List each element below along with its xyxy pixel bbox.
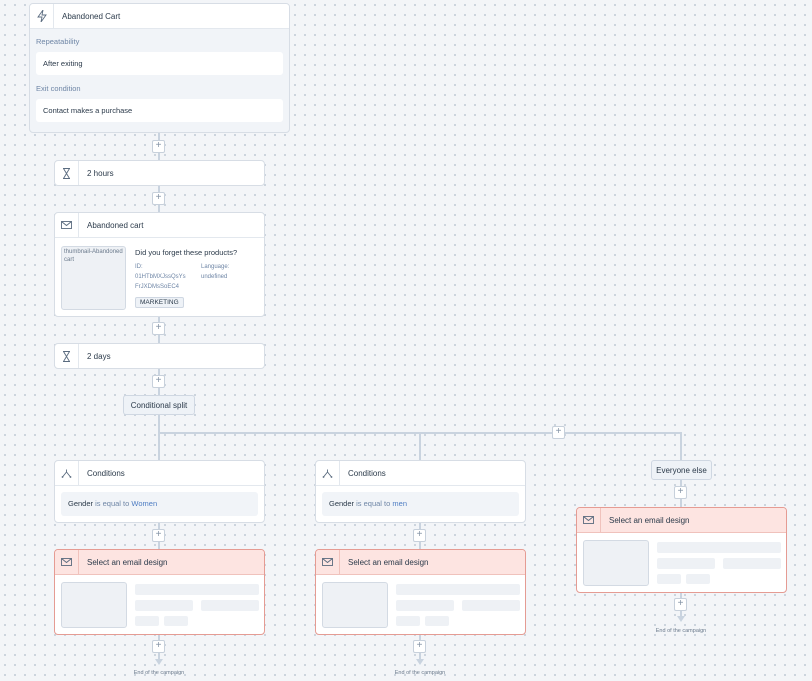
skeleton-line bbox=[135, 616, 159, 626]
envelope-icon bbox=[577, 508, 601, 532]
language-label: Language: bbox=[201, 264, 230, 270]
exit-condition-label: Exit condition bbox=[36, 84, 81, 93]
end-arrow bbox=[416, 659, 424, 665]
add-step-button[interactable]: + bbox=[152, 140, 165, 153]
skeleton-line bbox=[396, 584, 520, 595]
end-of-campaign-label: End of the campaign bbox=[394, 670, 446, 676]
design-thumbnail-placeholder bbox=[583, 540, 649, 586]
end-arrow bbox=[677, 616, 685, 622]
design-thumbnail-placeholder bbox=[61, 582, 127, 628]
hourglass-icon bbox=[55, 344, 79, 368]
email-thumbnail[interactable]: thumbnail-Abandoned cart bbox=[61, 246, 126, 310]
design-thumbnail-placeholder bbox=[322, 582, 388, 628]
email-design-card[interactable]: Select an email design bbox=[315, 549, 526, 635]
email-design-card[interactable]: Select an email design bbox=[576, 507, 787, 593]
delay-label: 2 days bbox=[87, 351, 111, 361]
thumbnail-alt-text: thumbnail-Abandoned cart bbox=[64, 249, 123, 263]
end-of-campaign-label: End of the campaign bbox=[655, 628, 707, 634]
skeleton-line bbox=[425, 616, 449, 626]
condition-field: Gender bbox=[68, 499, 94, 508]
email-header-label: Abandoned cart bbox=[87, 220, 144, 230]
envelope-icon bbox=[55, 213, 79, 237]
skeleton-line bbox=[396, 616, 420, 626]
connector-line bbox=[158, 414, 160, 460]
email-design-card[interactable]: Select an email design bbox=[54, 549, 265, 635]
skeleton-line bbox=[135, 584, 259, 595]
select-design-label: Select an email design bbox=[87, 557, 168, 567]
id-value: FrJXDMsSoEC4 bbox=[135, 284, 180, 290]
id-label: ID: bbox=[135, 264, 143, 270]
condition-rule[interactable]: Gender is equal to Women bbox=[61, 492, 258, 516]
connector-line bbox=[680, 432, 682, 460]
condition-operator: is equal to bbox=[356, 499, 391, 508]
conditions-card[interactable]: Conditions Gender is equal to men bbox=[315, 460, 526, 523]
everyone-else-node[interactable]: Everyone else bbox=[651, 460, 712, 480]
condition-rule[interactable]: Gender is equal to men bbox=[322, 492, 519, 516]
skeleton-line bbox=[723, 558, 781, 569]
add-step-button[interactable]: + bbox=[674, 486, 687, 499]
skeleton-line bbox=[201, 600, 259, 611]
split-icon bbox=[55, 461, 79, 485]
add-step-button[interactable]: + bbox=[674, 598, 687, 611]
skeleton-line bbox=[686, 574, 710, 584]
add-branch-button[interactable]: + bbox=[552, 426, 565, 439]
email-subject: Did you forget these products? bbox=[135, 248, 238, 257]
exit-condition-value[interactable]: Contact makes a purchase bbox=[36, 99, 283, 122]
skeleton-line bbox=[657, 574, 681, 584]
conditions-card[interactable]: Conditions Gender is equal to Women bbox=[54, 460, 265, 523]
trigger-card[interactable]: Abandoned Cart Repeatability After exiti… bbox=[29, 3, 290, 133]
email-card[interactable]: Abandoned cart thumbnail-Abandoned cart … bbox=[54, 212, 265, 317]
connector-line bbox=[419, 432, 421, 460]
envelope-icon bbox=[55, 550, 79, 574]
language-value: undefined bbox=[201, 274, 228, 280]
select-design-label: Select an email design bbox=[348, 557, 429, 567]
skeleton-line bbox=[135, 600, 193, 611]
lightning-icon bbox=[30, 4, 54, 28]
split-icon bbox=[316, 461, 340, 485]
marketing-badge: MARKETING bbox=[135, 297, 184, 308]
add-step-button[interactable]: + bbox=[152, 192, 165, 205]
repeatability-value[interactable]: After exiting bbox=[36, 52, 283, 75]
add-step-button[interactable]: + bbox=[152, 529, 165, 542]
skeleton-line bbox=[657, 558, 715, 569]
end-of-campaign-label: End of the campaign bbox=[133, 670, 185, 676]
hourglass-icon bbox=[55, 161, 79, 185]
delay-label: 2 hours bbox=[87, 168, 114, 178]
add-step-button[interactable]: + bbox=[413, 529, 426, 542]
delay-card[interactable]: 2 hours bbox=[54, 160, 265, 186]
conditions-label: Conditions bbox=[87, 468, 125, 478]
trigger-title: Abandoned Cart bbox=[62, 11, 121, 21]
end-arrow bbox=[155, 659, 163, 665]
trigger-header: Abandoned Cart bbox=[30, 4, 289, 29]
add-step-button[interactable]: + bbox=[152, 640, 165, 653]
skeleton-line bbox=[396, 600, 454, 611]
add-step-button[interactable]: + bbox=[152, 322, 165, 335]
condition-field: Gender bbox=[329, 499, 355, 508]
condition-value: men bbox=[392, 499, 408, 508]
conditional-split-node[interactable]: Conditional split bbox=[123, 395, 195, 415]
envelope-icon bbox=[316, 550, 340, 574]
delay-card[interactable]: 2 days bbox=[54, 343, 265, 369]
condition-operator: is equal to bbox=[95, 499, 130, 508]
skeleton-line bbox=[164, 616, 188, 626]
skeleton-line bbox=[462, 600, 520, 611]
add-step-button[interactable]: + bbox=[152, 375, 165, 388]
skeleton-line bbox=[657, 542, 781, 553]
id-value: 01HTbMXJssQsYs bbox=[135, 274, 186, 280]
condition-value: Women bbox=[131, 499, 158, 508]
conditions-label: Conditions bbox=[348, 468, 386, 478]
select-design-label: Select an email design bbox=[609, 515, 690, 525]
add-step-button[interactable]: + bbox=[413, 640, 426, 653]
repeatability-label: Repeatability bbox=[36, 37, 80, 46]
